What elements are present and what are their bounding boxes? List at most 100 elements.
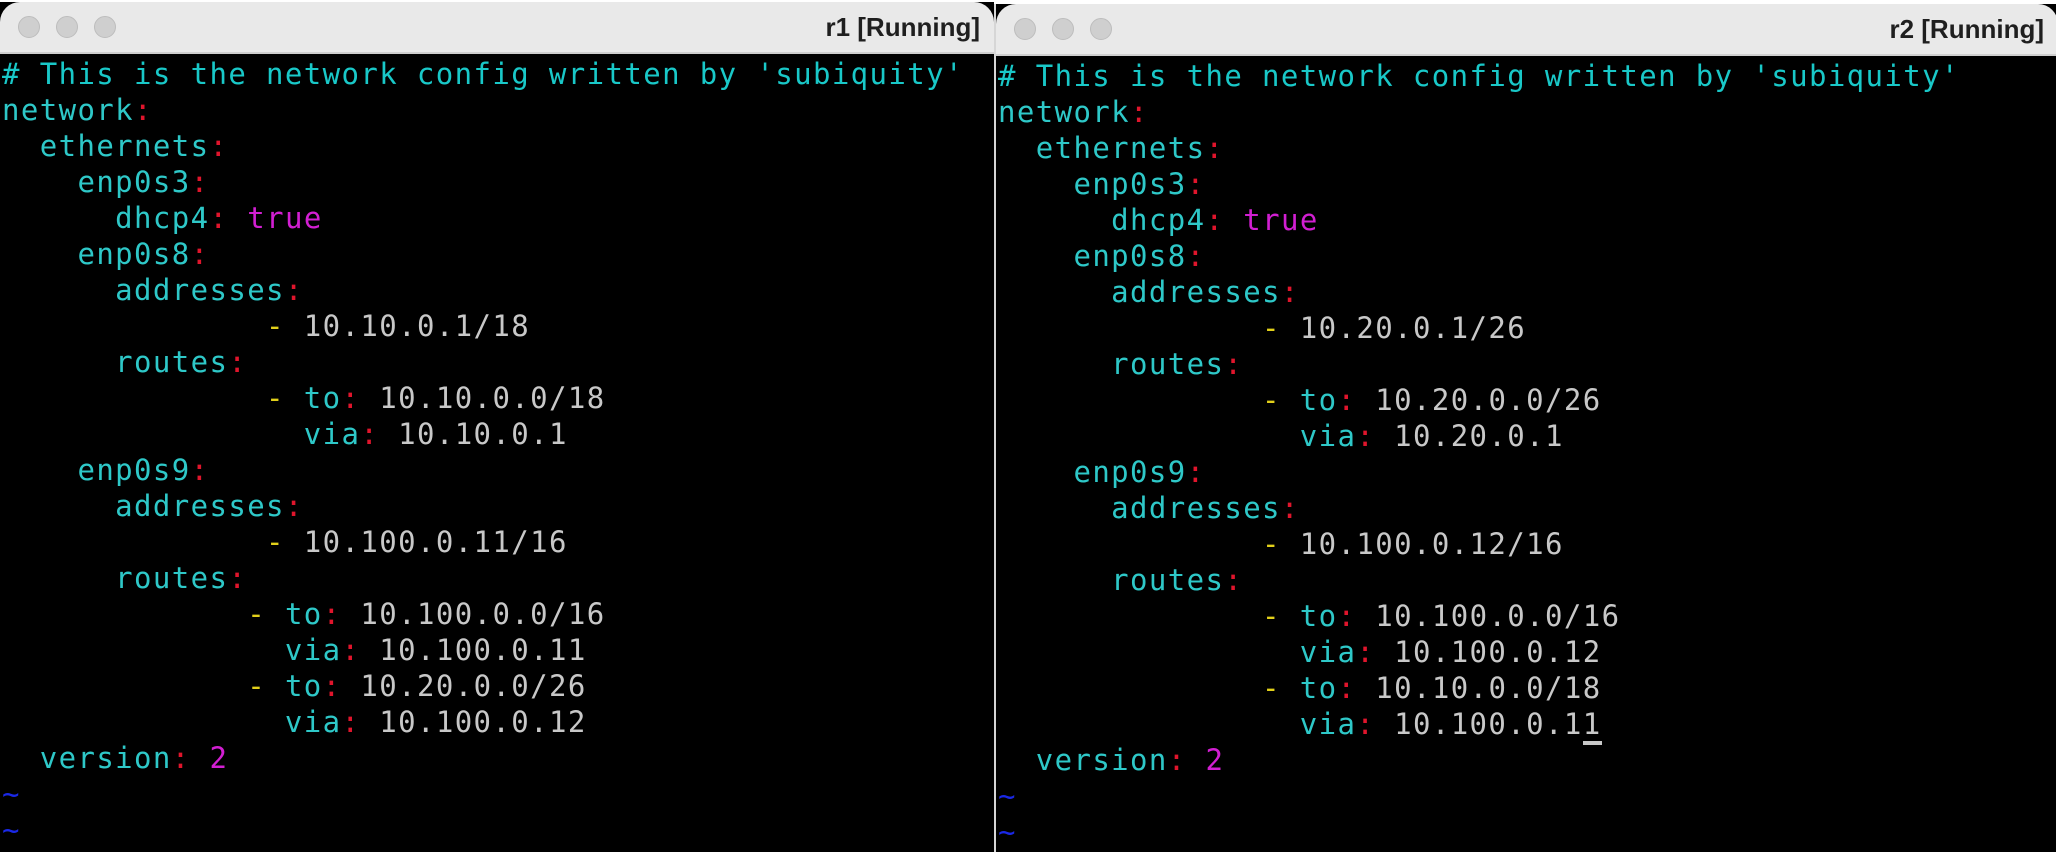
- ip-address: 10.10.0.1/18: [303, 309, 531, 343]
- config-line: - 10.10.0.1/18: [266, 309, 531, 343]
- config-line: - 10.100.0.11/16: [266, 525, 568, 559]
- config-line: routes:: [115, 561, 248, 595]
- window-controls: [1014, 18, 1112, 40]
- interface-name: enp0s9: [77, 453, 191, 487]
- route-gateway: 10.100.0.11: [379, 633, 587, 667]
- close-button[interactable]: [1014, 18, 1036, 40]
- minimize-button[interactable]: [1052, 18, 1074, 40]
- config-line: routes:: [1111, 347, 1244, 381]
- config-line: enp0s3:: [77, 165, 210, 199]
- window-titlebar[interactable]: r2 [Running]: [996, 4, 2056, 56]
- yaml-key: routes: [1111, 347, 1225, 381]
- zoom-button[interactable]: [1090, 18, 1112, 40]
- vim-empty-line-marker: ~: [998, 815, 1017, 849]
- route-destination: 10.10.0.0/18: [379, 381, 606, 415]
- version-number: 2: [1205, 743, 1225, 777]
- config-line: # This is the network config written by …: [2, 56, 964, 92]
- config-line: via: 10.100.0.12: [1299, 635, 1602, 669]
- ip-address: 10.100.0.11/16: [303, 525, 568, 559]
- config-line: dhcp4: true: [1111, 203, 1319, 237]
- route-destination: 10.20.0.0/26: [360, 669, 587, 703]
- route-gateway: 10.100.0.12: [1394, 635, 1602, 669]
- config-line: via: 10.100.0.11: [284, 633, 587, 667]
- config-line: enp0s9:: [1073, 455, 1206, 489]
- config-line: # This is the network config written by …: [998, 58, 1960, 94]
- yaml-boolean: true: [247, 201, 323, 235]
- config-line: via: 10.20.0.1: [1299, 419, 1564, 453]
- yaml-key: version: [39, 741, 172, 775]
- config-line: network:: [998, 95, 1149, 129]
- config-line: addresses:: [1111, 275, 1300, 309]
- ip-address: 10.20.0.1/26: [1299, 311, 1527, 345]
- route-gateway: 10.100.0.1: [1394, 707, 1583, 741]
- interface-name: enp0s8: [77, 237, 191, 271]
- yaml-key: dhcp4: [1111, 203, 1206, 237]
- text-cursor: 1: [1582, 707, 1602, 745]
- vm-window-r2[interactable]: r2 [Running] # This is the network confi…: [994, 4, 2056, 852]
- config-line: routes:: [115, 345, 248, 379]
- config-line: enp0s3:: [1073, 167, 1206, 201]
- yaml-key: addresses: [1111, 491, 1281, 525]
- yaml-boolean: true: [1243, 203, 1319, 237]
- yaml-key: routes: [1111, 563, 1225, 597]
- window-title: r2 [Running]: [1889, 14, 2044, 44]
- yaml-key: addresses: [115, 489, 285, 523]
- comment-text: # This is the network config written by …: [998, 59, 1960, 93]
- config-line: enp0s8:: [1073, 239, 1206, 273]
- config-line: addresses:: [1111, 491, 1300, 525]
- config-line: - 10.100.0.12/16: [1262, 527, 1564, 561]
- config-line: ethernets:: [1035, 131, 1225, 165]
- config-line: dhcp4: true: [115, 201, 323, 235]
- yaml-key: version: [1035, 743, 1168, 777]
- config-line: via: 10.100.0.12: [284, 705, 587, 739]
- config-line: - to: 10.20.0.0/26: [247, 669, 587, 703]
- config-line: addresses:: [115, 489, 304, 523]
- desktop: r1 [Running] # This is the network confi…: [0, 0, 2056, 852]
- minimize-button[interactable]: [56, 16, 78, 38]
- interface-name: enp0s8: [1073, 239, 1187, 273]
- window-controls: [18, 16, 116, 38]
- vim-empty-line-marker: ~: [2, 813, 21, 847]
- config-line: routes:: [1111, 563, 1244, 597]
- yaml-key: routes: [115, 561, 229, 595]
- vim-empty-line-marker: ~: [998, 779, 1017, 813]
- version-number: 2: [209, 741, 229, 775]
- yaml-key: addresses: [115, 273, 285, 307]
- config-line: via: 10.100.0.11: [998, 706, 1602, 745]
- route-gateway: 10.100.0.12: [379, 705, 587, 739]
- config-line: network:: [2, 93, 153, 127]
- config-line: version: 2: [1035, 743, 1225, 777]
- zoom-button[interactable]: [94, 16, 116, 38]
- config-line: - 10.20.0.1/26: [1262, 311, 1527, 345]
- config-line: - to: 10.100.0.0/16: [1262, 599, 1621, 633]
- comment-text: # This is the network config written by …: [2, 57, 964, 91]
- config-line: enp0s8:: [77, 237, 210, 271]
- yaml-key: network: [998, 95, 1131, 129]
- yaml-key: addresses: [1111, 275, 1281, 309]
- route-destination: 10.100.0.0/16: [1375, 599, 1621, 633]
- vim-empty-line-marker: ~: [2, 777, 21, 811]
- yaml-key: routes: [115, 345, 229, 379]
- interface-name: enp0s3: [1073, 167, 1187, 201]
- config-line: - to: 10.20.0.0/26: [1262, 383, 1602, 417]
- route-destination: 10.10.0.0/18: [1375, 671, 1602, 705]
- yaml-key: dhcp4: [115, 201, 210, 235]
- terminal-screen[interactable]: # This is the network config written by …: [996, 56, 2056, 852]
- terminal-screen[interactable]: # This is the network config written by …: [0, 54, 994, 852]
- window-title: r1 [Running]: [825, 12, 980, 42]
- vm-window-r1[interactable]: r1 [Running] # This is the network confi…: [0, 2, 994, 852]
- interface-name: enp0s9: [1073, 455, 1187, 489]
- route-gateway: 10.20.0.1: [1394, 419, 1564, 453]
- interface-name: enp0s3: [77, 165, 191, 199]
- yaml-key: ethernets: [1035, 131, 1206, 165]
- window-titlebar[interactable]: r1 [Running]: [0, 2, 994, 54]
- config-line: addresses:: [115, 273, 304, 307]
- route-destination: 10.100.0.0/16: [360, 597, 606, 631]
- config-line: enp0s9:: [77, 453, 210, 487]
- config-line: - to: 10.100.0.0/16: [247, 597, 606, 631]
- config-line: - to: 10.10.0.0/18: [266, 381, 606, 415]
- ip-address: 10.100.0.12/16: [1299, 527, 1564, 561]
- yaml-key: network: [2, 93, 135, 127]
- route-destination: 10.20.0.0/26: [1375, 383, 1602, 417]
- close-button[interactable]: [18, 16, 40, 38]
